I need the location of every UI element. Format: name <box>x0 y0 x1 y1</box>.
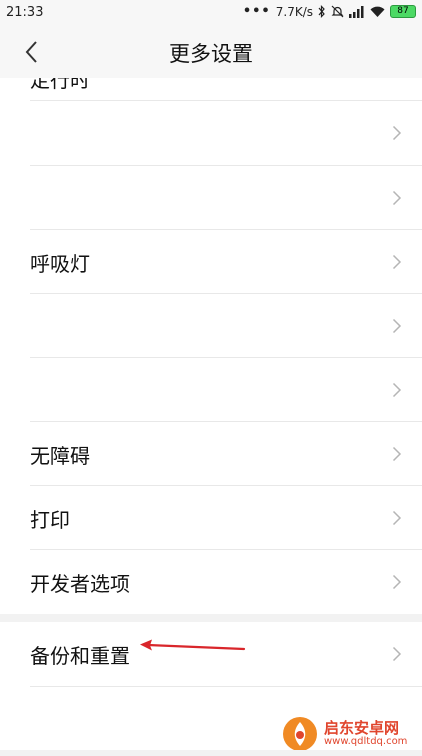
item-label: 打印 <box>30 508 70 532</box>
item-label: 无障碍 <box>30 444 90 468</box>
chevron-right-icon <box>392 190 402 206</box>
chevron-right-icon <box>392 318 402 334</box>
screen: 21:33 ••• 7.7K/s 87 更多设置 定行时 呼吸灯 无障碍 打印 … <box>0 0 422 756</box>
list-item-partial[interactable]: 定行时 <box>0 78 422 100</box>
divider <box>30 686 422 687</box>
list-item-backup-reset[interactable]: 备份和重置 <box>0 622 422 686</box>
list-item-1[interactable] <box>0 101 422 165</box>
chevron-right-icon <box>392 125 402 141</box>
chevron-right-icon <box>392 510 402 526</box>
status-bar: 21:33 ••• 7.7K/s 87 <box>0 0 422 26</box>
watermark-text: 启东安卓网 www.qdltdq.com <box>324 718 408 747</box>
mute-icon <box>331 5 344 18</box>
list-item-5[interactable] <box>0 358 422 422</box>
watermark-url: www.qdltdq.com <box>324 735 408 747</box>
list-item-developer-options[interactable]: 开发者选项 <box>0 550 422 614</box>
chevron-right-icon <box>392 646 402 662</box>
more-dots-icon: ••• <box>242 4 271 19</box>
item-label: 开发者选项 <box>30 572 130 596</box>
list-item-print[interactable]: 打印 <box>0 486 422 550</box>
list-item-accessibility[interactable]: 无障碍 <box>0 422 422 486</box>
title-bar: 更多设置 <box>0 26 422 78</box>
item-label: 备份和重置 <box>30 644 130 668</box>
status-icons: ••• 7.7K/s 87 <box>243 4 416 19</box>
battery-icon: 87 <box>390 5 416 18</box>
watermark-logo-icon <box>283 717 317 751</box>
list-item-breathing-light[interactable]: 呼吸灯 <box>0 230 422 294</box>
list-item-4[interactable] <box>0 294 422 358</box>
item-label: 定行时 <box>30 78 90 92</box>
status-time: 21:33 <box>6 5 44 20</box>
item-label: 呼吸灯 <box>30 252 90 276</box>
chevron-right-icon <box>392 446 402 462</box>
bottom-strip <box>0 750 422 756</box>
wifi-icon <box>370 6 385 18</box>
group-separator <box>0 614 422 622</box>
page-title: 更多设置 <box>169 42 253 66</box>
chevron-right-icon <box>392 382 402 398</box>
bluetooth-icon <box>318 5 326 18</box>
chevron-right-icon <box>392 254 402 270</box>
watermark-title: 启东安卓网 <box>324 718 400 737</box>
annotation-arrow-icon <box>140 639 246 651</box>
signal-icon <box>349 5 365 18</box>
network-speed: 7.7K/s <box>275 4 313 19</box>
list-item-2[interactable] <box>0 166 422 230</box>
chevron-right-icon <box>392 574 402 590</box>
